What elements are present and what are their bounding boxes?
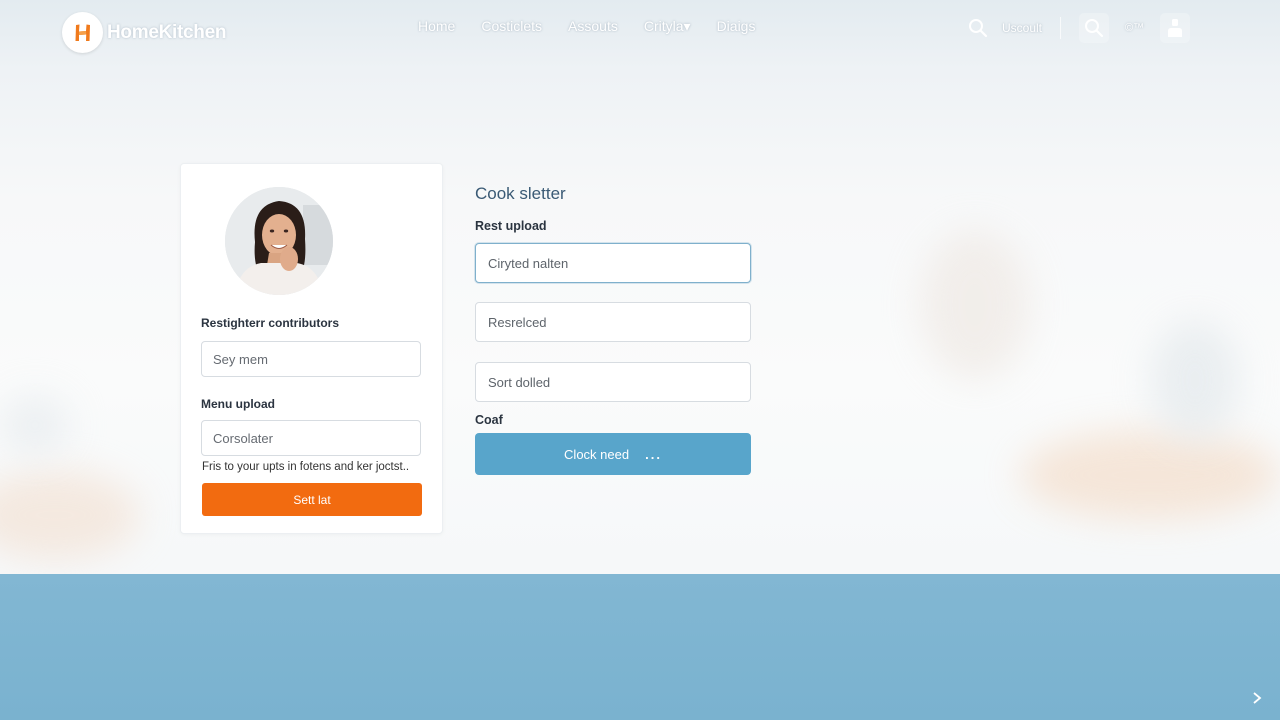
nav-item-home[interactable]: Home bbox=[418, 18, 455, 35]
menu-upload-label: Menu upload bbox=[201, 397, 275, 411]
sort-dolled-input-field[interactable] bbox=[475, 362, 751, 402]
contributor-card: Restighterr contributors Menu upload Fri… bbox=[180, 163, 443, 534]
background-food-blur bbox=[1020, 430, 1280, 520]
search-icon bbox=[1085, 19, 1104, 38]
clock-need-button-label: Clock need bbox=[564, 446, 630, 462]
background-food-blur bbox=[920, 230, 1030, 380]
user-icon bbox=[1168, 19, 1183, 37]
top-navigation-bar: HomeKitchen Home Costiclets Assouts Crit… bbox=[0, 0, 1280, 60]
cryted-input-field[interactable] bbox=[475, 243, 751, 283]
brand-name: HomeKitchen bbox=[107, 21, 227, 43]
resrelced-input-field[interactable] bbox=[475, 302, 751, 342]
header-tools: Uscoult ©™ bbox=[968, 13, 1191, 43]
avatar bbox=[225, 187, 333, 295]
nav-item-assouts[interactable]: Assouts bbox=[568, 18, 618, 35]
brand-logo[interactable]: HomeKitchen bbox=[62, 12, 226, 53]
rest-upload-label: Rest upload bbox=[475, 219, 547, 233]
menu-upload-input[interactable] bbox=[201, 420, 421, 456]
nav-item-costiclets[interactable]: Costiclets bbox=[481, 18, 542, 35]
form-title: Cook sletter bbox=[475, 184, 566, 203]
nav-item-diaigs[interactable]: Diaigs bbox=[717, 18, 756, 35]
search-icon[interactable] bbox=[968, 18, 988, 38]
contributors-input[interactable] bbox=[201, 341, 421, 377]
background-food-blur bbox=[1150, 320, 1240, 440]
footer-band bbox=[0, 574, 1280, 720]
nav-item-crityla-dropdown[interactable]: Crityla▾ bbox=[644, 18, 691, 35]
main-nav: Home Costiclets Assouts Crityla▾ Diaigs bbox=[418, 18, 755, 35]
account-button[interactable] bbox=[1160, 13, 1191, 43]
helper-text: Fris to your upts in fotens and ker joct… bbox=[202, 461, 410, 473]
background-food-blur bbox=[0, 470, 140, 560]
coaf-label: Coaf bbox=[475, 413, 503, 427]
chevron-right-icon[interactable] bbox=[1250, 690, 1264, 711]
language-selector[interactable]: ©™ bbox=[1125, 22, 1144, 34]
search-link[interactable]: Uscoult bbox=[1002, 21, 1042, 35]
background-food-blur bbox=[0, 395, 70, 455]
header-divider bbox=[1060, 17, 1062, 39]
submit-button[interactable]: Sett lat bbox=[202, 483, 422, 516]
avatar-portrait-image bbox=[225, 187, 333, 295]
search-button[interactable] bbox=[1079, 13, 1110, 43]
clock-need-button[interactable]: Clock need ... bbox=[475, 433, 751, 475]
logo-mark-icon bbox=[62, 12, 103, 53]
more-dots-icon: ... bbox=[645, 446, 662, 462]
contributors-label: Restighterr contributors bbox=[201, 316, 340, 330]
